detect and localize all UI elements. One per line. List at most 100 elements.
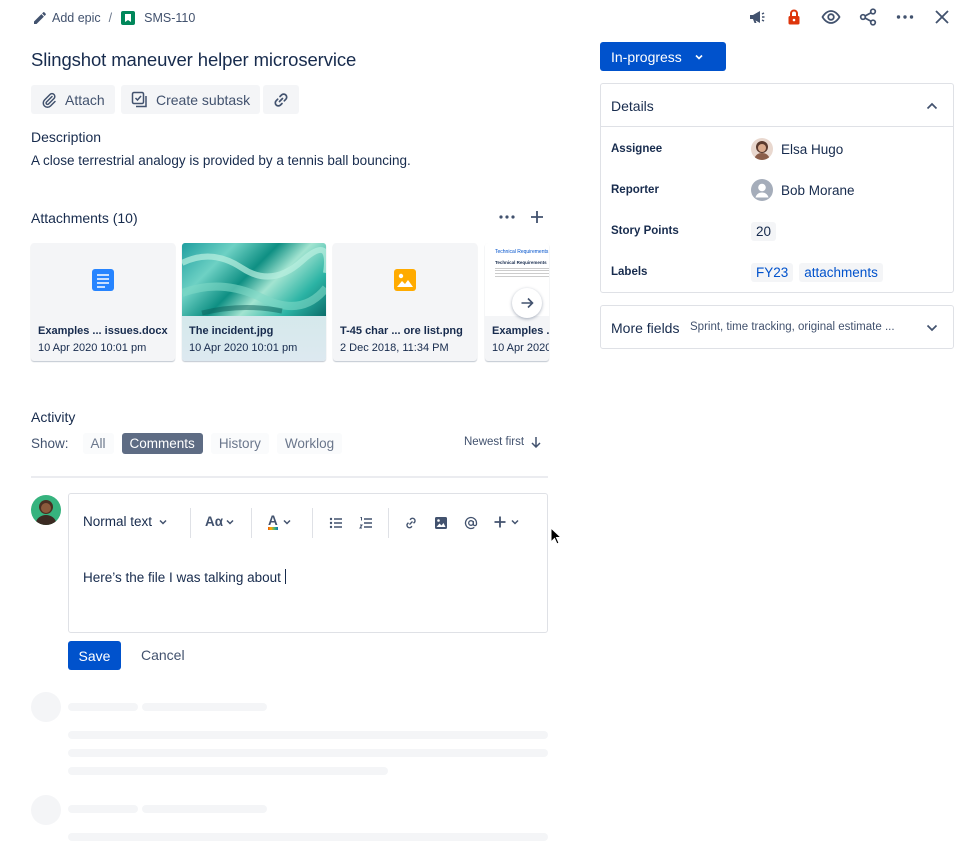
text-style-dropdown[interactable]: Normal text <box>83 514 168 529</box>
labels-field[interactable]: FY23 attachments <box>751 263 889 282</box>
story-icon <box>120 10 136 26</box>
details-heading: Details <box>611 98 654 114</box>
next-attachments-button[interactable] <box>512 288 542 318</box>
reporter-label: Reporter <box>611 184 659 196</box>
story-points-value: 20 <box>751 222 777 241</box>
numbered-list-icon[interactable] <box>359 516 373 530</box>
filter-history[interactable]: History <box>210 432 269 454</box>
lock-icon[interactable] <box>784 7 804 27</box>
document-icon <box>92 268 114 291</box>
text-formatting-dropdown[interactable]: Aα <box>205 514 235 529</box>
attachment-date: 10 Apr 2020 10:01 pm <box>189 342 298 354</box>
toolbar-separator <box>251 508 252 538</box>
user-avatar-icon <box>751 179 773 201</box>
attachment-name: T-45 char ... ore list.png <box>340 325 463 337</box>
issue-actions <box>730 7 952 27</box>
attachments-actions <box>497 209 545 225</box>
details-divider <box>601 126 953 127</box>
breadcrumb-separator: / <box>108 11 113 25</box>
comment-input[interactable]: Here’s the file I was talking about <box>83 569 286 585</box>
issue-key-link[interactable]: SMS-110 <box>144 11 195 25</box>
text-style-label: Normal text <box>83 514 153 529</box>
attachment-card[interactable]: The incident.jpg 10 Apr 2020 10:01 pm <box>182 243 326 361</box>
watch-eye-icon[interactable] <box>821 7 841 27</box>
chevron-down-icon <box>695 54 703 60</box>
arrow-right-icon <box>521 297 534 309</box>
label-tag[interactable]: FY23 <box>751 263 794 282</box>
avatar <box>751 138 773 160</box>
filter-comments[interactable]: Comments <box>121 432 203 454</box>
story-points-field[interactable]: 20 <box>751 222 782 241</box>
attachment-card[interactable]: T-45 char ... ore list.png 2 Dec 2018, 1… <box>333 243 477 361</box>
avatar <box>31 495 61 525</box>
more-options-icon[interactable] <box>895 7 915 27</box>
chevron-down-icon <box>511 519 519 525</box>
attachments-more-icon[interactable] <box>497 209 517 225</box>
close-icon[interactable] <box>932 7 952 27</box>
insert-menu-dropdown[interactable] <box>493 515 520 529</box>
details-panel: Details Assignee Elsa Hugo Reporter Bob … <box>600 83 954 293</box>
subtask-icon <box>131 91 147 108</box>
comment-text: Here’s the file I was talking about <box>83 570 281 585</box>
add-attachment-icon[interactable] <box>529 209 545 225</box>
pencil-icon <box>32 10 48 26</box>
attachment-date: 2 Dec 2018, 11:34 PM <box>340 342 449 354</box>
status-label: In-progress <box>611 48 682 65</box>
chevron-down-icon <box>159 519 167 525</box>
plus-icon <box>494 516 506 528</box>
filter-worklog[interactable]: Worklog <box>276 432 343 454</box>
chevron-up-icon[interactable] <box>925 99 939 113</box>
status-dropdown[interactable]: In-progress <box>600 42 726 71</box>
activity-filter: Show: All Comments History Worklog <box>31 432 350 454</box>
doc-preview-subheading: Technical Requirements <box>495 260 547 265</box>
mention-icon[interactable] <box>464 516 478 530</box>
link-icon[interactable] <box>404 516 418 530</box>
reporter-name: Bob Morane <box>781 182 855 198</box>
link-issue-button[interactable] <box>263 85 299 114</box>
share-icon[interactable] <box>858 7 878 27</box>
cancel-button[interactable]: Cancel <box>141 647 185 663</box>
chevron-down-icon[interactable] <box>925 321 939 335</box>
activity-divider <box>31 476 548 478</box>
toolbar-separator <box>312 508 313 538</box>
activity-heading: Activity <box>31 409 76 425</box>
link-icon <box>274 92 288 107</box>
attachment-name: Examples ... issues.docx <box>38 325 168 337</box>
description-heading: Description <box>31 129 102 145</box>
create-subtask-label: Create subtask <box>156 91 251 108</box>
text-color-dropdown[interactable]: A <box>268 514 292 530</box>
attachment-card[interactable]: Examples ... issues.docx 10 Apr 2020 10:… <box>31 243 175 361</box>
comment-editor[interactable]: Normal text Aα A Here’s the file I was t… <box>68 493 548 633</box>
breadcrumb: Add epic / SMS-110 <box>32 10 195 26</box>
more-fields-title: More fields <box>611 320 680 336</box>
mouse-cursor-icon <box>550 527 562 545</box>
show-label: Show: <box>31 435 69 451</box>
assignee-field[interactable]: Elsa Hugo <box>751 138 843 160</box>
reporter-field[interactable]: Bob Morane <box>751 179 855 201</box>
attachment-date: 10 Apr 2020 <box>492 342 549 354</box>
chevron-down-icon <box>226 519 234 525</box>
more-fields-panel[interactable]: More fields Sprint, time tracking, origi… <box>600 305 954 349</box>
story-points-label: Story Points <box>611 225 679 237</box>
bullet-list-icon[interactable] <box>329 516 343 530</box>
description-text[interactable]: A close terrestrial analogy is provided … <box>31 153 411 168</box>
attachment-date: 10 Apr 2020 10:01 pm <box>38 342 147 354</box>
attachments-heading: Attachments (10) <box>31 210 138 226</box>
more-fields-summary: Sprint, time tracking, original estimate… <box>690 321 895 333</box>
create-subtask-button[interactable]: Create subtask <box>121 85 261 114</box>
save-button[interactable]: Save <box>68 641 121 670</box>
text-formatting-icon: Aα <box>205 514 224 529</box>
label-tag[interactable]: attachments <box>799 263 883 282</box>
sort-order-button[interactable]: Newest first <box>464 436 542 448</box>
toolbar-separator <box>388 508 389 538</box>
attach-button[interactable]: Attach <box>31 85 115 114</box>
attachment-name: The incident.jpg <box>189 325 274 337</box>
attachment-name: Examples ... <box>492 325 549 337</box>
add-epic-link[interactable]: Add epic <box>52 11 101 25</box>
filter-all[interactable]: All <box>82 432 114 454</box>
megaphone-icon[interactable] <box>747 7 767 27</box>
issue-title[interactable]: Slingshot maneuver helper microservice <box>31 49 356 71</box>
image-insert-icon[interactable] <box>434 516 448 530</box>
sort-label: Newest first <box>464 436 525 448</box>
image-icon <box>394 268 416 291</box>
